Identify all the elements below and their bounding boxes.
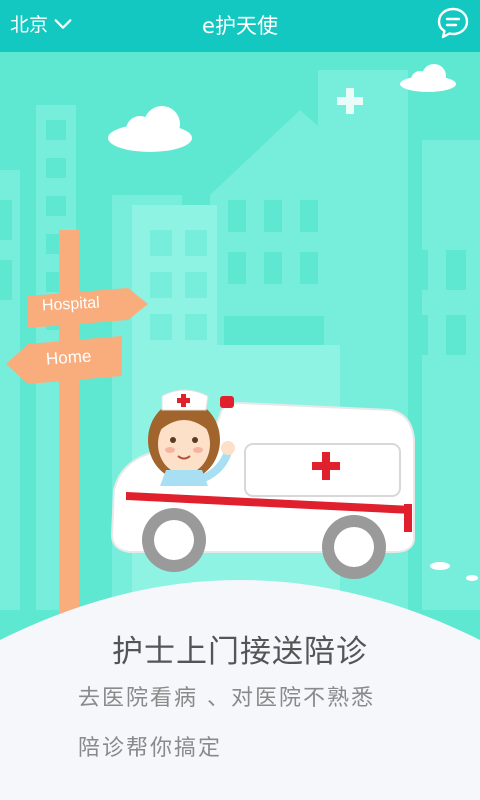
chat-bubble-icon[interactable] — [436, 6, 470, 40]
top-bar: 北京 e护天使 — [0, 0, 480, 52]
promo-line-2: 陪诊帮你搞定 — [78, 736, 223, 761]
sign-hospital: Hospital — [41, 294, 101, 315]
app-title: e护天使 — [202, 14, 278, 38]
promo-headline: 护士上门接送陪诊 — [112, 634, 368, 670]
promo-line-1: 去医院看病 、对医院不熟悉 — [78, 686, 375, 711]
sign-home: Home — [45, 346, 92, 369]
